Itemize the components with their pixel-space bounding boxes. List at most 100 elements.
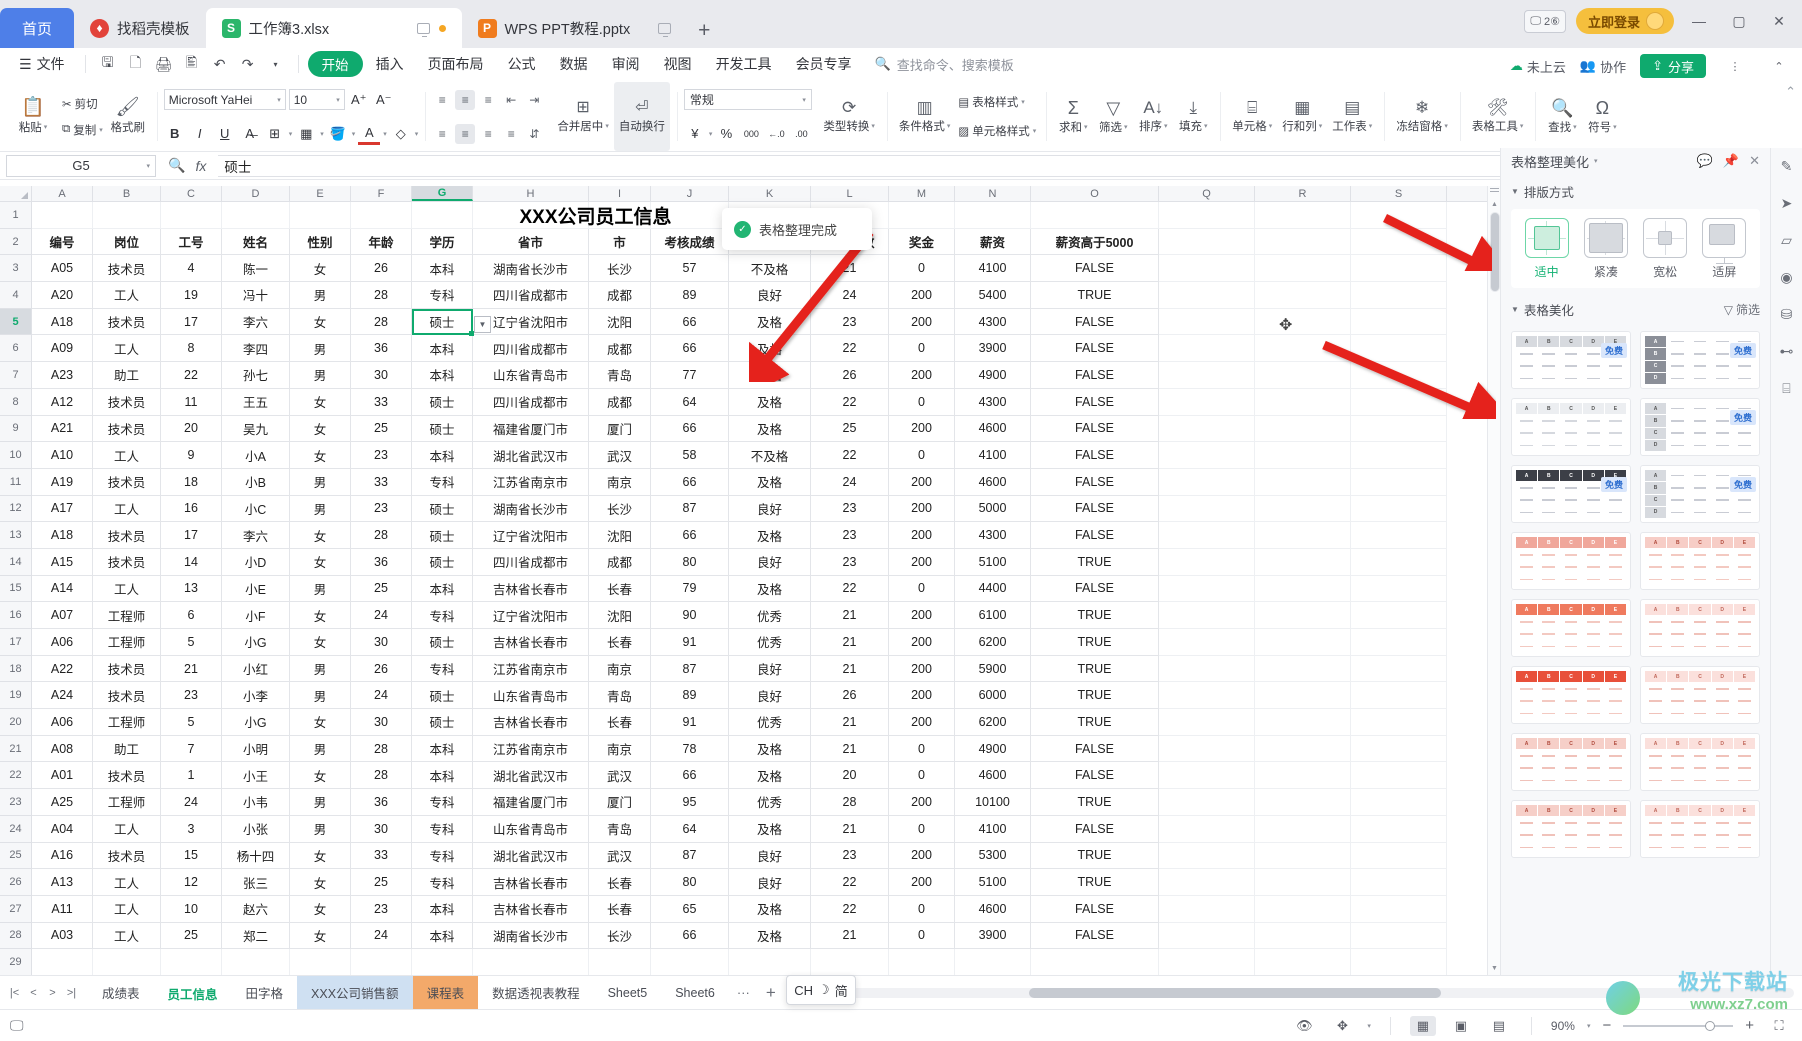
cell[interactable]: [1255, 949, 1351, 975]
cell[interactable]: 4900: [955, 362, 1031, 389]
cell[interactable]: 及格: [729, 415, 811, 443]
column-header-j[interactable]: J: [651, 186, 729, 201]
cell[interactable]: 5300: [955, 842, 1031, 870]
cell[interactable]: 工程师: [93, 709, 161, 736]
add-sheet-button[interactable]: +: [758, 983, 784, 1003]
cell[interactable]: 沈阳: [589, 602, 651, 629]
cell[interactable]: 25: [811, 415, 889, 443]
cell[interactable]: 0: [889, 335, 955, 363]
currency-icon[interactable]: ¥: [684, 123, 706, 145]
cell[interactable]: 山东省青岛市: [473, 682, 589, 710]
chevron-down-icon[interactable]: ▾: [1594, 157, 1598, 165]
increase-decimal-icon[interactable]: .00: [790, 123, 812, 145]
shading-icon[interactable]: ▦: [295, 123, 317, 145]
cell[interactable]: 4600: [955, 762, 1031, 790]
cell[interactable]: 0: [889, 575, 955, 603]
cell[interactable]: 及格: [729, 388, 811, 416]
cell[interactable]: 5000: [955, 495, 1031, 523]
cell[interactable]: 33: [351, 468, 412, 496]
cell[interactable]: 不及格: [729, 255, 811, 283]
cell[interactable]: 200: [889, 842, 955, 870]
row-header-2[interactable]: 2: [0, 229, 31, 256]
cell[interactable]: 本科: [412, 762, 473, 790]
row-header-8[interactable]: 8: [0, 389, 31, 416]
cell[interactable]: [1351, 228, 1447, 256]
cell[interactable]: 良好: [729, 282, 811, 309]
cell[interactable]: TRUE: [1031, 629, 1159, 656]
cell[interactable]: [1351, 655, 1447, 683]
cell[interactable]: 良好: [729, 682, 811, 710]
layout-option-3[interactable]: 适屏: [1696, 218, 1752, 280]
cell[interactable]: [1255, 762, 1351, 790]
cell[interactable]: 青岛: [589, 815, 651, 843]
column-header-a[interactable]: A: [32, 186, 93, 201]
cell[interactable]: [1255, 522, 1351, 549]
cell[interactable]: 良好: [729, 842, 811, 870]
style-thumbnail-14[interactable]: ABCDE: [1511, 800, 1631, 858]
next-sheet-icon[interactable]: >: [44, 981, 61, 1005]
cell[interactable]: 6: [161, 602, 222, 629]
cell[interactable]: 专科: [412, 842, 473, 870]
row-header-20[interactable]: 20: [0, 709, 31, 736]
cell[interactable]: 技术员: [93, 522, 161, 549]
cell[interactable]: 28: [351, 308, 412, 336]
cell[interactable]: 湖北省武汉市: [473, 842, 589, 870]
cells-button[interactable]: ⌸ 单元格 ▾: [1227, 82, 1277, 151]
cell[interactable]: 长春: [589, 869, 651, 896]
cell[interactable]: [1255, 709, 1351, 736]
cell[interactable]: 硕士: [412, 709, 473, 736]
cell[interactable]: [1159, 709, 1255, 736]
cell[interactable]: [1351, 735, 1447, 763]
cell[interactable]: [93, 202, 161, 229]
cell[interactable]: [1031, 949, 1159, 975]
column-header-c[interactable]: C: [161, 186, 222, 201]
cell[interactable]: 200: [889, 709, 955, 736]
cell[interactable]: 工人: [93, 335, 161, 363]
cell[interactable]: 89: [651, 682, 729, 710]
cell[interactable]: 男: [290, 575, 351, 603]
fill-button[interactable]: ⤓ 填充 ▾: [1173, 82, 1213, 151]
cell[interactable]: 优秀: [729, 789, 811, 816]
cell[interactable]: 工人: [93, 922, 161, 950]
cell[interactable]: A06: [32, 709, 93, 736]
cell[interactable]: 小B: [222, 468, 290, 496]
first-sheet-icon[interactable]: |<: [6, 981, 23, 1005]
cell[interactable]: 57: [651, 255, 729, 283]
cell[interactable]: [1351, 415, 1447, 443]
layout-option-1[interactable]: 紧凑: [1578, 218, 1634, 280]
cell[interactable]: 25: [351, 575, 412, 603]
cell[interactable]: 200: [889, 495, 955, 523]
style-thumbnail-5[interactable]: A B C D 免费: [1640, 465, 1760, 523]
merge-center-button[interactable]: ⊞ 合并居中 ▾: [552, 82, 614, 151]
beautify-section-title[interactable]: ▼ 表格美化 ▽ 筛选: [1511, 300, 1760, 319]
cell[interactable]: 小张: [222, 815, 290, 843]
scrollbar-grip[interactable]: [1490, 186, 1499, 195]
cell[interactable]: 硕士: [412, 682, 473, 710]
cell[interactable]: 22: [811, 388, 889, 416]
cell[interactable]: 0: [889, 922, 955, 950]
cell[interactable]: 男: [290, 335, 351, 363]
cell[interactable]: FALSE: [1031, 922, 1159, 950]
row-header-19[interactable]: 19: [0, 682, 31, 710]
cell[interactable]: [1159, 335, 1255, 363]
cell[interactable]: 优秀: [729, 602, 811, 629]
cell[interactable]: 及格: [729, 575, 811, 603]
sheet-tab-2[interactable]: 田字格: [232, 976, 298, 1010]
zoom-caret-icon[interactable]: ▾: [1587, 1022, 1591, 1030]
cell[interactable]: [889, 949, 955, 975]
cell[interactable]: [1255, 602, 1351, 629]
align-top-icon[interactable]: ≡: [432, 90, 452, 110]
cell[interactable]: A01: [32, 762, 93, 790]
sheet-more-icon[interactable]: ···: [729, 985, 758, 1000]
eye-icon[interactable]: 👁: [1291, 1016, 1317, 1036]
cell[interactable]: 优秀: [729, 709, 811, 736]
cell[interactable]: 200: [889, 789, 955, 816]
cell[interactable]: 本科: [412, 575, 473, 603]
cell[interactable]: 91: [651, 629, 729, 656]
row-header-9[interactable]: 9: [0, 416, 31, 443]
cell[interactable]: 10: [161, 895, 222, 923]
cell[interactable]: 23: [811, 308, 889, 336]
cell[interactable]: 湖南省长沙市: [473, 495, 589, 523]
cell[interactable]: [1159, 282, 1255, 309]
style-thumbnail-6[interactable]: ABCDE: [1511, 532, 1631, 590]
